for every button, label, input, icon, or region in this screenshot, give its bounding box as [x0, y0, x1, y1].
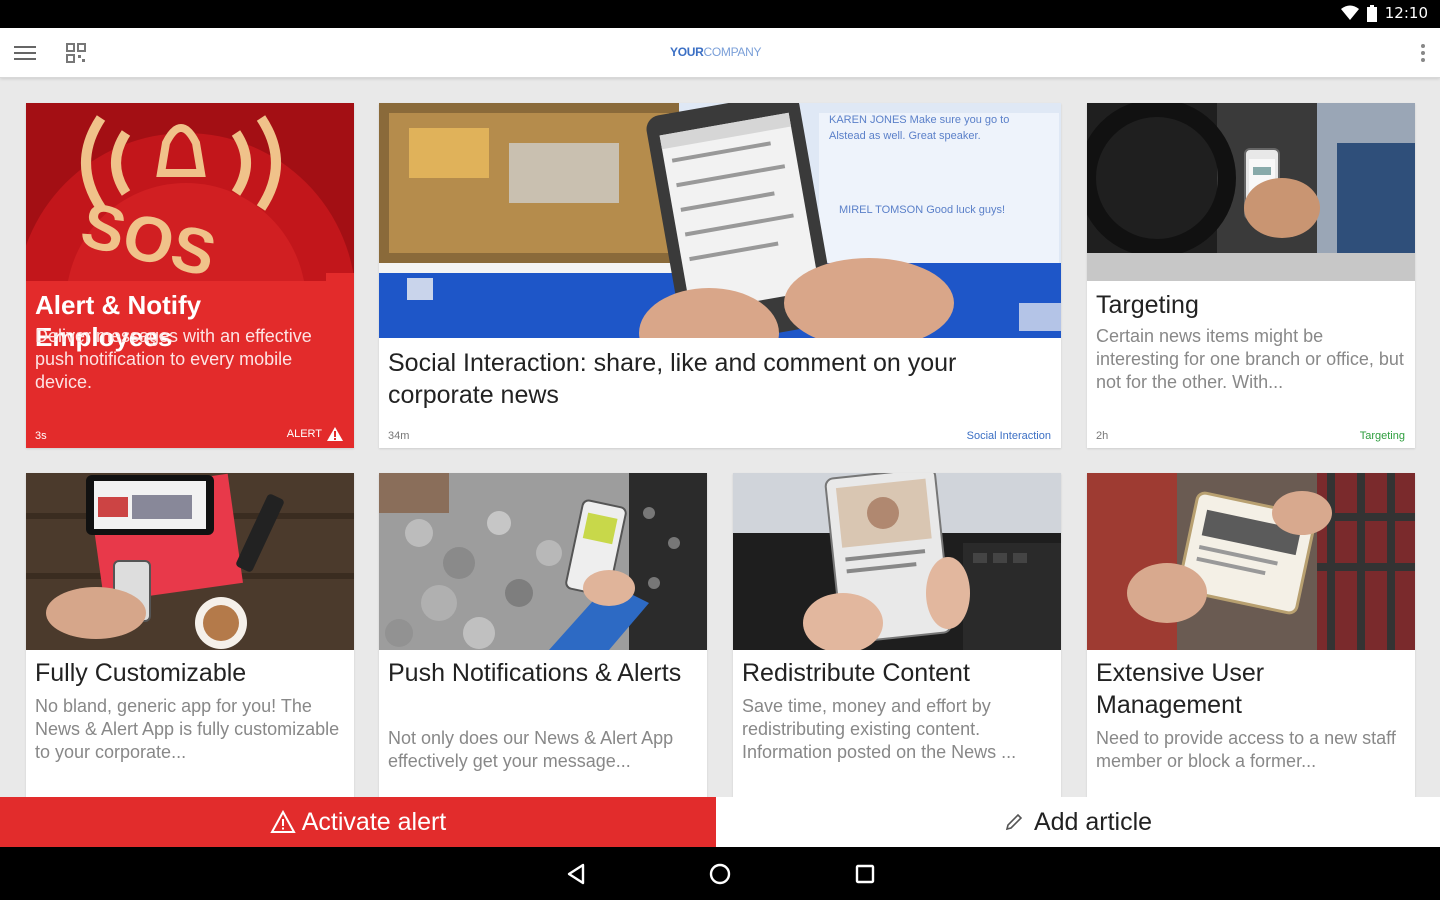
- card-tag: Social Interaction: [966, 430, 1051, 442]
- social-interaction-image: KAREN JONES Make sure you go to Alstead …: [379, 103, 1061, 338]
- home-icon[interactable]: [707, 861, 733, 887]
- card-tag: Targeting: [1359, 430, 1405, 442]
- add-article-button[interactable]: Add article: [716, 797, 1440, 847]
- news-card-targeting[interactable]: Targeting Certain news items might be in…: [1087, 103, 1415, 448]
- redistribute-image: [733, 473, 1061, 650]
- card-tag: ALERT: [287, 426, 344, 442]
- card-title: Targeting: [1096, 291, 1199, 319]
- warning-icon: [327, 427, 343, 441]
- card-time: 3s: [35, 430, 47, 442]
- app-bar: YOURCOMPANY: [0, 28, 1440, 78]
- warning-icon: [270, 810, 296, 833]
- news-card-social[interactable]: KAREN JONES Make sure you go to Alstead …: [379, 103, 1061, 448]
- card-time: 34m: [388, 430, 410, 442]
- push-notifications-image: [379, 473, 707, 650]
- activate-alert-button[interactable]: Activate alert: [0, 797, 716, 847]
- news-card-alert[interactable]: SOS Alert & Notify Employees Deliver mes…: [26, 103, 354, 448]
- card-tag-label: ALERT: [286, 428, 322, 440]
- svg-text:KAREN JONES Make sure you go: KAREN JONES Make sure you go to: [829, 114, 1009, 126]
- user-management-image: [1087, 473, 1415, 650]
- qr-code-icon[interactable]: [64, 41, 88, 65]
- news-card-push-notifications[interactable]: Push Notifications & Alerts Not only doe…: [379, 473, 707, 797]
- card-description: No bland, generic app for you! The News …: [35, 696, 340, 762]
- logo-bold: YOUR: [670, 45, 704, 59]
- card-title: Extensive User Management: [1096, 659, 1265, 719]
- back-icon[interactable]: [563, 861, 589, 887]
- wifi-icon: [1340, 5, 1359, 20]
- menu-icon[interactable]: [12, 40, 38, 66]
- customizable-image: [26, 473, 354, 650]
- card-time: 2h: [1096, 430, 1109, 442]
- card-description: Deliver messages with an effective push …: [35, 326, 312, 392]
- action-bar: Activate alert Add article: [0, 797, 1440, 847]
- sos-alarm-image: SOS: [26, 103, 354, 281]
- svg-text:MIREL TOMSON Good luck guys!: MIREL TOMSON Good luck guys!: [839, 204, 1005, 216]
- card-title: Fully Customizable: [35, 659, 247, 687]
- recents-icon[interactable]: [852, 861, 878, 887]
- status-time: 12:10: [1384, 4, 1428, 22]
- card-title: Push Notifications & Alerts: [388, 659, 682, 687]
- logo-rest: COMPANY: [703, 45, 762, 59]
- add-article-label: Add article: [1033, 807, 1153, 836]
- activate-alert-label: Activate alert: [301, 807, 447, 836]
- more-options-icon[interactable]: [1420, 42, 1426, 64]
- news-card-redistribute[interactable]: Redistribute Content Save time, money an…: [733, 473, 1061, 797]
- company-logo: YOURCOMPANY: [670, 45, 761, 59]
- card-title: Social Interaction: share, like and comm…: [388, 349, 957, 409]
- news-card-user-management[interactable]: Extensive User Management Need to provid…: [1087, 473, 1415, 797]
- news-card-customizable[interactable]: Fully Customizable No bland, generic app…: [26, 473, 354, 797]
- card-description: Need to provide access to a new staff me…: [1096, 728, 1396, 771]
- card-description: Certain news items might be interesting …: [1096, 326, 1404, 392]
- battery-icon: [1366, 4, 1377, 22]
- targeting-image: [1087, 103, 1415, 281]
- card-description: Save time, money and effort by redistrib…: [742, 696, 1017, 762]
- pencil-icon: [1005, 813, 1023, 831]
- card-description: Not only does our News & Alert App effec…: [388, 728, 674, 771]
- status-bar: 12:10: [0, 0, 1440, 28]
- svg-text:Alstead as well. Great speaker: Alstead as well. Great speaker.: [829, 130, 981, 142]
- navigation-bar: [0, 847, 1440, 900]
- card-title: Redistribute Content: [742, 659, 970, 687]
